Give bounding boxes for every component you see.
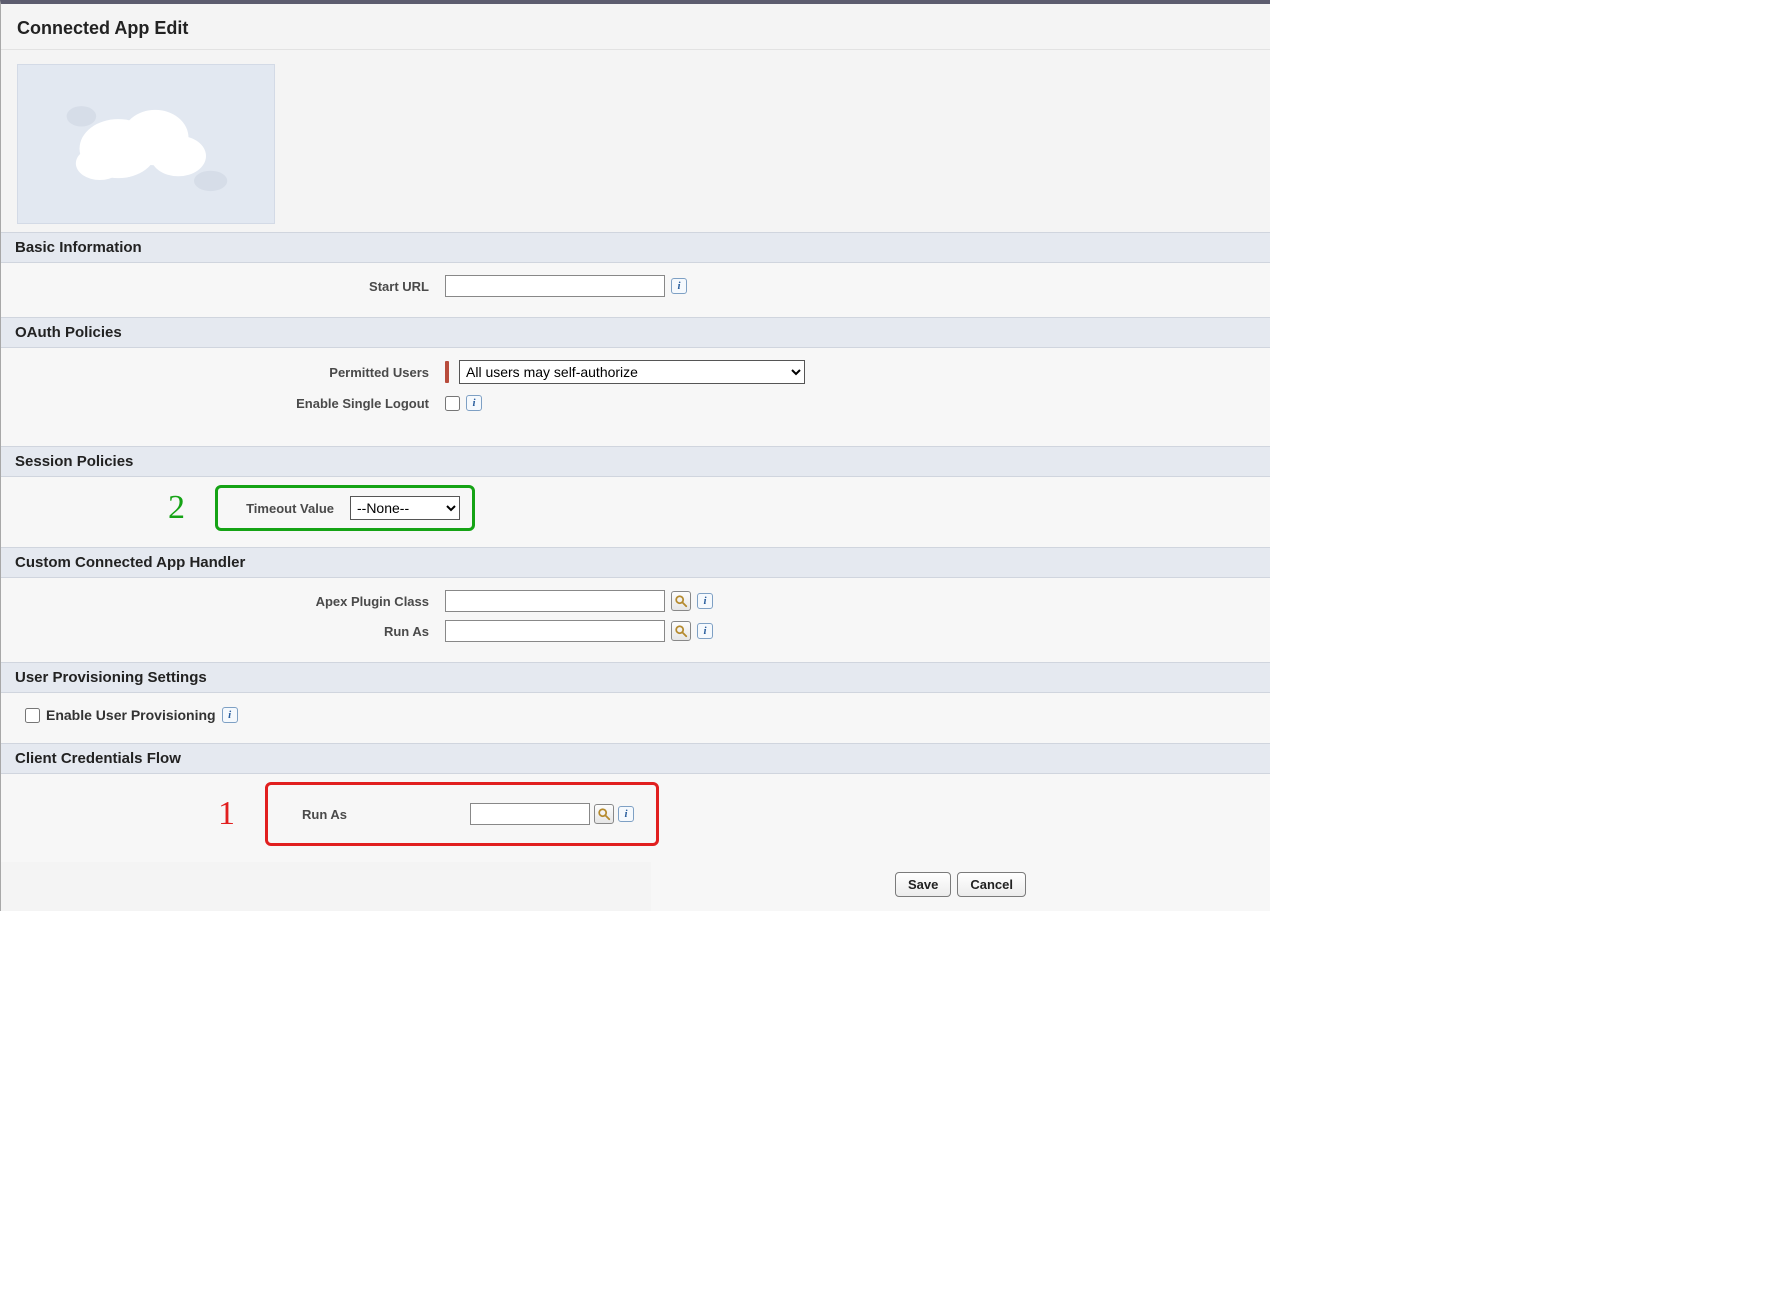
help-icon[interactable]: i: [671, 278, 687, 294]
enable-single-logout-label: Enable Single Logout: [15, 396, 445, 411]
ccflow-run-as-label: Run As: [290, 807, 470, 822]
cancel-button[interactable]: Cancel: [957, 872, 1026, 897]
permitted-users-label: Permitted Users: [15, 365, 445, 380]
required-indicator: [445, 361, 449, 383]
save-button[interactable]: Save: [895, 872, 951, 897]
annotation-number-2: 2: [168, 489, 185, 526]
enable-user-provisioning-checkbox[interactable]: [25, 708, 40, 723]
section-body-custom-handler: Apex Plugin Class i Run As i: [1, 578, 1270, 662]
section-body-basic-information: Start URL i: [1, 263, 1270, 317]
ccflow-run-as-input[interactable]: [470, 803, 590, 825]
help-icon[interactable]: i: [697, 593, 713, 609]
help-icon[interactable]: i: [618, 806, 634, 822]
help-icon[interactable]: i: [222, 707, 238, 723]
lookup-icon[interactable]: [594, 804, 614, 824]
permitted-users-select[interactable]: All users may self-authorize: [459, 360, 805, 384]
section-body-client-credentials-flow: 1 Run As i: [1, 774, 1270, 862]
section-header-session-policies: Session Policies: [1, 446, 1270, 477]
timeout-value-label: Timeout Value: [230, 501, 350, 516]
section-body-oauth-policies: Permitted Users All users may self-autho…: [1, 348, 1270, 446]
apex-plugin-class-label: Apex Plugin Class: [15, 594, 445, 609]
section-header-user-provisioning: User Provisioning Settings: [1, 662, 1270, 693]
handler-run-as-label: Run As: [15, 624, 445, 639]
enable-single-logout-checkbox[interactable]: [445, 396, 460, 411]
handler-run-as-input[interactable]: [445, 620, 665, 642]
timeout-value-select[interactable]: --None--: [350, 496, 460, 520]
section-body-session-policies: 2 Timeout Value --None--: [1, 477, 1270, 547]
section-header-oauth-policies: OAuth Policies: [1, 317, 1270, 348]
help-icon[interactable]: i: [697, 623, 713, 639]
page-title: Connected App Edit: [1, 4, 1270, 50]
start-url-label: Start URL: [15, 279, 445, 294]
connected-app-edit-page: Connected App Edit Basic Information Sta…: [0, 0, 1270, 911]
app-logo-container: [1, 50, 1270, 232]
action-buttons-bar: Save Cancel: [651, 862, 1270, 911]
help-icon[interactable]: i: [466, 395, 482, 411]
apex-plugin-class-input[interactable]: [445, 590, 665, 612]
start-url-input[interactable]: [445, 275, 665, 297]
section-header-basic-information: Basic Information: [1, 232, 1270, 263]
enable-user-provisioning-label: Enable User Provisioning: [46, 707, 216, 723]
section-body-user-provisioning: Enable User Provisioning i: [1, 693, 1270, 743]
annotation-highlight-runas: Run As i: [265, 782, 659, 846]
lookup-icon[interactable]: [671, 621, 691, 641]
section-header-client-credentials-flow: Client Credentials Flow: [1, 743, 1270, 774]
cloud-icon: [51, 84, 241, 204]
section-header-custom-handler: Custom Connected App Handler: [1, 547, 1270, 578]
annotation-number-1: 1: [218, 795, 235, 832]
annotation-highlight-timeout: Timeout Value --None--: [215, 485, 475, 531]
app-logo-placeholder: [17, 64, 275, 224]
lookup-icon[interactable]: [671, 591, 691, 611]
